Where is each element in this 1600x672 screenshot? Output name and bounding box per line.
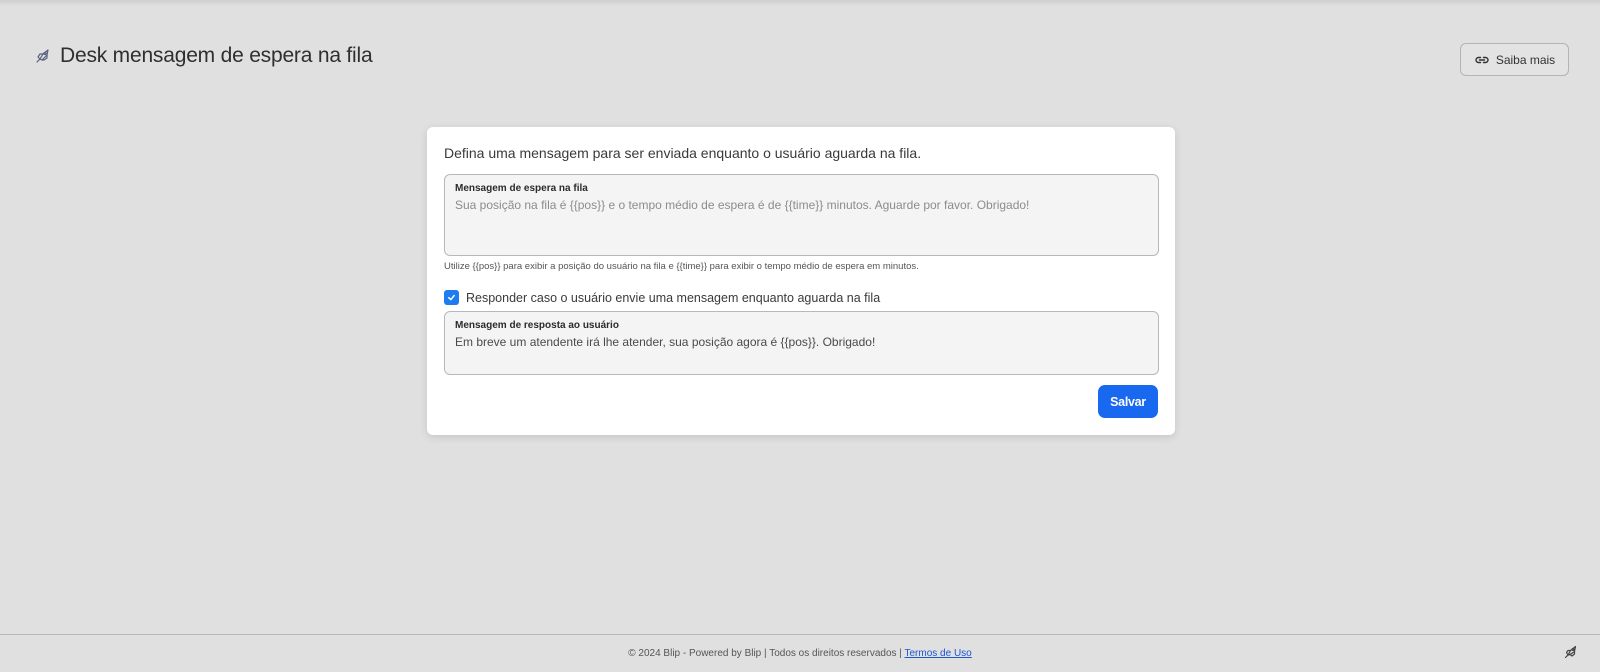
rocket-icon [34,47,52,65]
settings-card: Defina uma mensagem para ser enviada enq… [427,127,1175,435]
top-shadow [0,0,1600,6]
footer-text-row: © 2024 Blip - Powered by Blip | Todos os… [0,648,1600,659]
save-button[interactable]: Salvar [1098,385,1158,418]
link-icon [1474,52,1490,68]
reply-checkbox[interactable] [444,290,459,305]
reply-checkbox-label: Responder caso o usuário envie uma mensa… [466,290,881,305]
wait-message-label: Mensagem de espera na fila [455,183,588,194]
helper-text: Utilize {{pos}} para exibir a posição do… [444,261,919,272]
footer-copyright: © 2024 Blip - Powered by Blip | Todos os… [628,648,902,659]
rocket-icon[interactable] [1563,644,1579,660]
terms-link[interactable]: Termos de Uso [905,648,972,659]
wait-message-placeholder: Sua posição na fila é {{pos}} e o tempo … [455,198,1030,212]
reply-message-label: Mensagem de resposta ao usuário [455,320,619,331]
page-header: Desk mensagem de espera na fila [34,44,373,68]
reply-message-value: Em breve um atendente irá lhe atender, s… [455,335,876,349]
wait-message-field[interactable]: Mensagem de espera na fila Sua posição n… [444,174,1159,256]
learn-more-button[interactable]: Saiba mais [1460,43,1569,76]
learn-more-label: Saiba mais [1495,52,1556,67]
reply-message-field[interactable]: Mensagem de resposta ao usuário Em breve… [444,311,1159,375]
page-title: Desk mensagem de espera na fila [60,44,373,67]
card-description: Defina uma mensagem para ser enviada enq… [444,145,922,161]
footer: © 2024 Blip - Powered by Blip | Todos os… [0,634,1600,672]
reply-checkbox-row[interactable]: Responder caso o usuário envie uma mensa… [444,290,880,305]
